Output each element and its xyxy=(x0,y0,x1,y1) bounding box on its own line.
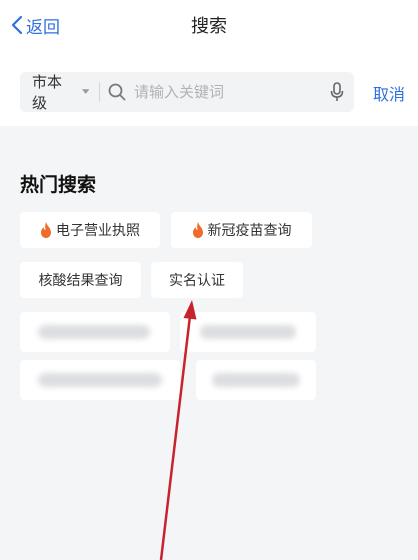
annotation-arrow xyxy=(159,300,197,560)
